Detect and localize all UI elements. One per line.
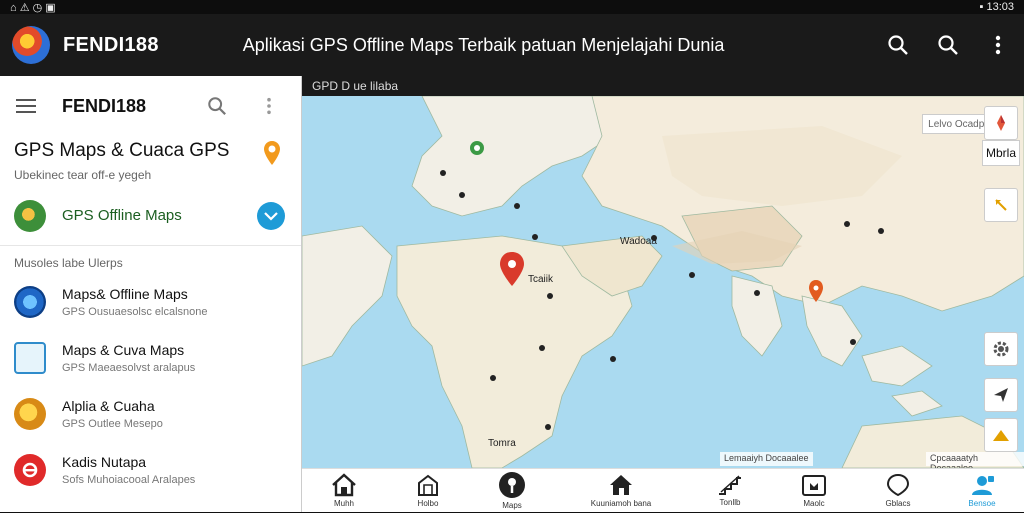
map-view[interactable]: GPD D ue lilaba Tcaiik Wadoaa Tomra Lelv… <box>302 76 1024 468</box>
list-item-subtitle: GPS Ousuaesolsc elcalsnone <box>62 306 208 318</box>
globe-icon <box>14 286 46 318</box>
list-item-subtitle: GPS Maeaesolvst aralapus <box>62 362 196 374</box>
weather-icon <box>14 398 46 430</box>
app-tagline: Aplikasi GPS Offline Maps Terbaik patuan… <box>242 34 725 55</box>
document-icon <box>802 475 826 496</box>
stairs-icon <box>719 475 741 495</box>
terrain-icon[interactable] <box>984 418 1018 452</box>
gps-subtitle: Ubekinec tear off-e yegeh <box>14 168 152 182</box>
bottom-nav: Muhh Holbo Maps Kuuniamoh bana Tonllb Ma… <box>302 468 1024 512</box>
map-label: Tomra <box>488 438 516 449</box>
menu-icon[interactable] <box>14 94 38 118</box>
sidebar-header: FENDI188 <box>0 76 301 136</box>
nav-label: Gblacs <box>885 499 911 508</box>
list-item-title: Kadis Nutapa <box>62 454 147 470</box>
search-icon[interactable] <box>205 94 229 118</box>
list-item-subtitle: GPS Outlee Mesepo <box>62 418 163 430</box>
gps-title: GPS Maps & Cuaca GPS <box>14 140 230 161</box>
nav-community[interactable]: Kuuniamoh bana <box>566 469 676 513</box>
map-header: GPD D ue lilaba <box>302 76 1024 96</box>
nav-label: Holbo <box>417 499 439 508</box>
app-bar: FENDI188 Aplikasi GPS Offline Maps Terba… <box>0 14 1024 76</box>
check-icon[interactable] <box>257 201 285 230</box>
app-name: FENDI188 <box>63 33 159 56</box>
list-item[interactable]: Kadis Nutapa Sofs Muhoiacooal Aralapes <box>0 442 301 498</box>
offline-maps-icon <box>14 199 46 232</box>
attribution-left: Lemaaiyh Docaaalee <box>720 452 813 466</box>
list-item[interactable]: Maps & Cuva Maps GPS Maeaesolvst aralapu… <box>0 330 301 386</box>
metric-chip[interactable]: Mbrla <box>982 140 1020 166</box>
list-item[interactable]: Maps& Offline Maps GPS Ousuaesolsc elcal… <box>0 274 301 330</box>
offline-maps-label: GPS Offline Maps <box>62 207 182 224</box>
status-icons-right: ▪ 13:03 <box>979 1 1014 13</box>
map-label: Wadoaa <box>620 236 657 247</box>
location-pin-icon <box>499 472 525 498</box>
search-icon[interactable] <box>936 33 960 57</box>
map-label: Tcaiik <box>528 274 554 285</box>
app-logo-icon <box>12 26 50 64</box>
user-icon <box>972 476 994 495</box>
settings-gear-icon[interactable] <box>984 332 1018 366</box>
direction-icon[interactable] <box>984 188 1018 222</box>
status-icons-left: ⌂ ⚠ ◷ ▣ <box>10 1 56 14</box>
nav-label: Muhh <box>333 499 354 508</box>
compass-icon[interactable] <box>984 106 1018 140</box>
nav-profile[interactable]: Bensoe <box>952 469 1012 513</box>
nav-mail[interactable]: Maolc <box>784 469 844 513</box>
nav-home[interactable]: Muhh <box>314 469 374 513</box>
building-icon <box>418 474 438 496</box>
list-item-subtitle: Sofs Muhoiacooal Aralapes <box>62 474 196 486</box>
list-item-title: Alplia & Cuaha <box>62 398 155 414</box>
nav-label: Maolc <box>803 499 825 508</box>
app-e-icon <box>14 454 46 486</box>
nav-label: Maps <box>502 501 522 510</box>
home-icon <box>332 473 356 497</box>
section-label: Musoles labe Ulerps <box>14 256 123 270</box>
sidebar: FENDI188 GPS Maps & Cuaca GPS Ubekinec t… <box>0 76 302 512</box>
shield-icon <box>886 473 910 497</box>
gps-maps-card[interactable]: GPS Maps & Cuaca GPS Ubekinec tear off-e… <box>0 136 301 186</box>
offline-maps-row[interactable]: GPS Offline Maps <box>0 186 301 246</box>
nav-maps[interactable]: Maps <box>482 469 542 513</box>
nav-globals[interactable]: Gblacs <box>868 469 928 513</box>
list-item-title: Maps & Cuva Maps <box>62 342 185 358</box>
more-vert-icon[interactable] <box>257 94 281 118</box>
map-pin-icon <box>263 140 281 171</box>
map-square-icon <box>14 342 46 374</box>
world-map[interactable] <box>302 96 1024 468</box>
sidebar-title: FENDI188 <box>62 95 147 116</box>
list-item-title: Maps& Offline Maps <box>62 286 188 302</box>
nav-label: Kuuniamoh bana <box>590 499 652 508</box>
more-vert-icon[interactable] <box>986 33 1010 57</box>
nav-tools[interactable]: Tonllb <box>700 469 760 513</box>
house-icon <box>610 475 632 495</box>
search-icon[interactable] <box>886 33 910 57</box>
nav-hotel[interactable]: Holbo <box>398 469 458 513</box>
nav-label: Tonllb <box>719 498 741 507</box>
attribution-right: Cpcaaaatyh Docaaalee <box>926 452 1024 468</box>
list-item[interactable]: Alplia & Cuaha GPS Outlee Mesepo <box>0 386 301 442</box>
navigate-arrow-icon[interactable] <box>984 378 1018 412</box>
nav-label: Bensoe <box>968 499 996 508</box>
status-bar: ⌂ ⚠ ◷ ▣ ▪ 13:03 <box>0 0 1024 14</box>
